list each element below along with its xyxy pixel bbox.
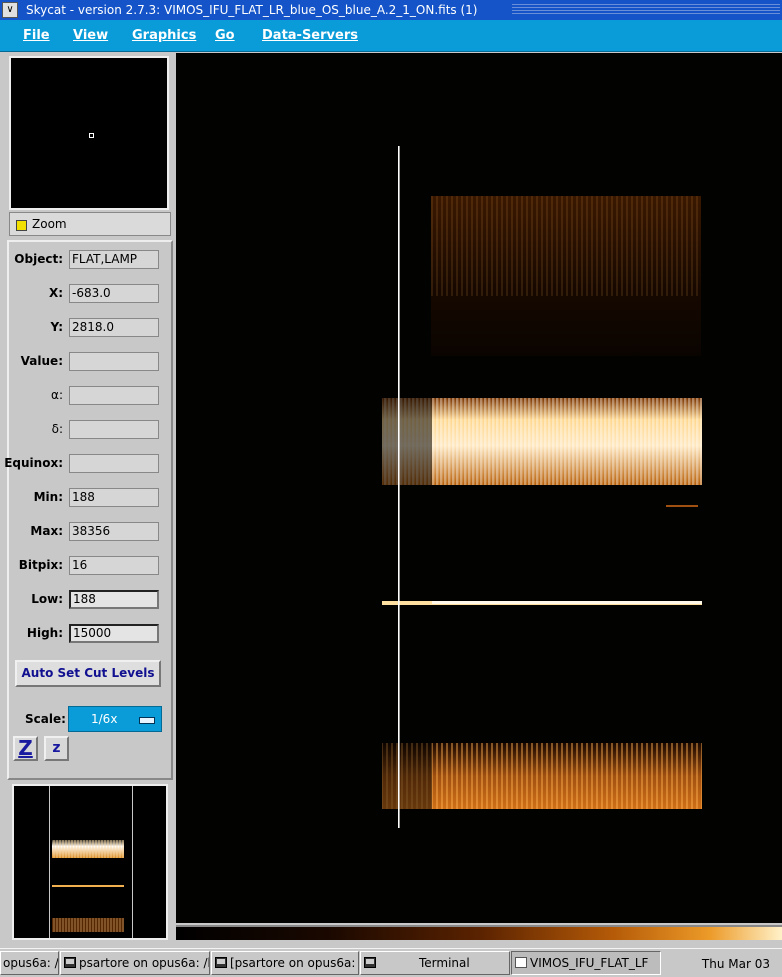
x-label: X: <box>48 286 63 300</box>
equinox-value <box>69 454 159 473</box>
terminal-icon <box>364 957 376 968</box>
clock: Thu Mar 03 <box>701 957 770 971</box>
equinox-label: Equinox: <box>4 456 63 470</box>
window-title: Skycat - version 2.7.3: VIMOS_IFU_FLAT_L… <box>26 3 478 17</box>
fits-image <box>382 146 702 828</box>
scale-value: 1/6x <box>91 712 118 726</box>
zoom-in-button[interactable]: Z <box>13 736 38 761</box>
value-row: Value: <box>9 351 169 373</box>
menu-bar: File View Graphics Go Data-Servers <box>0 20 782 52</box>
low-row: Low: 188 <box>9 589 169 611</box>
y-row: Y: 2818.0 <box>9 317 169 339</box>
high-row: High: 15000 <box>9 623 169 645</box>
high-cut-input[interactable]: 15000 <box>69 624 159 643</box>
max-label: Max: <box>30 524 63 538</box>
max-value: 38356 <box>69 522 159 541</box>
task-opus6a[interactable]: opus6a: / <box>0 951 59 975</box>
value-label: Value: <box>20 354 63 368</box>
terminal-icon <box>64 957 76 968</box>
terminal-icon <box>215 957 227 968</box>
alpha-row: α: <box>9 385 169 407</box>
menu-data-servers[interactable]: Data-Servers <box>262 20 358 51</box>
delta-value <box>69 420 159 439</box>
bitpix-label: Bitpix: <box>18 558 63 572</box>
alpha-value <box>69 386 159 405</box>
document-icon <box>515 957 527 968</box>
low-label: Low: <box>31 592 63 606</box>
y-label: Y: <box>50 320 63 334</box>
titlebar-grip <box>512 4 780 16</box>
window-menu-chevron-icon[interactable]: ∨ <box>2 2 18 18</box>
min-value: 188 <box>69 488 159 507</box>
zoom-label: Zoom <box>32 217 67 231</box>
alpha-label: α: <box>51 388 63 402</box>
task-skycat[interactable]: VIMOS_IFU_FLAT_LF <box>511 951 661 975</box>
task-psartore-home[interactable]: psartore on opus6a: /h <box>60 951 210 975</box>
zoom-cursor-marker <box>89 133 94 138</box>
menu-view[interactable]: View <box>73 20 108 51</box>
task-label: VIMOS_IFU_FLAT_LF <box>530 956 649 970</box>
y-value: 2818.0 <box>69 318 159 337</box>
high-label: High: <box>26 626 63 640</box>
control-panel: Zoom Object: FLAT,LAMP X: -683.0 Y: 2818… <box>4 54 174 940</box>
bitpix-row: Bitpix: 16 <box>9 555 169 577</box>
option-menu-indicator-icon <box>139 717 155 724</box>
auto-set-cut-levels-button[interactable]: Auto Set Cut Levels <box>15 660 161 687</box>
task-label: Terminal <box>419 956 470 970</box>
panner-thumbnail[interactable] <box>12 784 168 940</box>
object-row: Object: FLAT,LAMP <box>9 249 169 271</box>
delta-label: δ: <box>51 422 63 436</box>
zoom-checkbox-indicator <box>16 220 27 231</box>
taskbar: opus6a: / psartore on opus6a: /h [psarto… <box>0 948 782 977</box>
min-label: Min: <box>33 490 63 504</box>
window-titlebar[interactable]: ∨ Skycat - version 2.7.3: VIMOS_IFU_FLAT… <box>0 0 782 20</box>
image-info-panel: Object: FLAT,LAMP X: -683.0 Y: 2818.0 Va… <box>4 240 173 780</box>
menu-file[interactable]: File <box>23 20 50 51</box>
object-value: FLAT,LAMP <box>69 250 159 269</box>
equinox-row: Equinox: <box>4 453 169 475</box>
low-cut-input[interactable]: 188 <box>69 590 159 609</box>
x-row: X: -683.0 <box>9 283 169 305</box>
max-row: Max: 38356 <box>9 521 169 543</box>
pixel-value <box>69 352 159 371</box>
zoom-toggle-button[interactable]: Zoom <box>9 212 171 236</box>
object-label: Object: <box>14 252 63 266</box>
scale-select[interactable]: 1/6x <box>68 706 162 732</box>
scale-label: Scale: <box>25 712 66 726</box>
min-row: Min: 188 <box>9 487 169 509</box>
task-label: [psartore on opus6a: / <box>230 956 359 970</box>
task-psartore-2[interactable]: [psartore on opus6a: / <box>211 951 359 975</box>
colorbar[interactable] <box>176 925 782 940</box>
zoom-window[interactable] <box>9 56 169 210</box>
zoom-out-button[interactable]: z <box>44 736 69 761</box>
delta-row: δ: <box>9 419 169 441</box>
x-value: -683.0 <box>69 284 159 303</box>
bitpix-value: 16 <box>69 556 159 575</box>
task-label: psartore on opus6a: /h <box>79 956 210 970</box>
thumbnail-image <box>49 786 133 938</box>
menu-go[interactable]: Go <box>215 20 235 51</box>
task-label: opus6a: / <box>3 956 59 970</box>
image-canvas[interactable] <box>176 53 782 923</box>
task-terminal[interactable]: Terminal <box>360 951 510 975</box>
menu-graphics[interactable]: Graphics <box>132 20 196 51</box>
